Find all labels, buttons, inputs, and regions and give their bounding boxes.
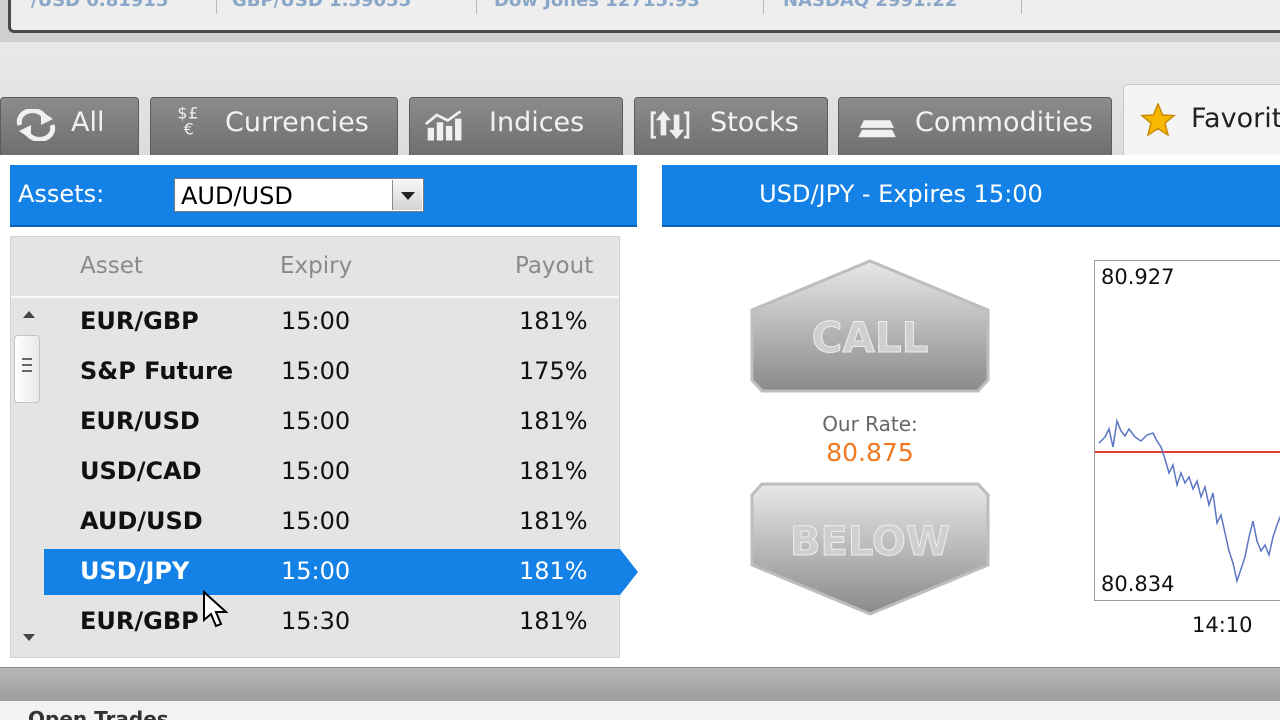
cell-asset: AUD/USD	[80, 507, 203, 535]
rate-value: 80.875	[826, 438, 914, 467]
cell-asset: USD/CAD	[80, 457, 202, 485]
currency-symbols-icon: $ £ €	[177, 104, 198, 136]
trade-header-bar: USD/JPY - Expires 15:00	[662, 165, 1280, 227]
chevron-down-icon[interactable]	[392, 180, 422, 210]
column-header-asset[interactable]: Asset	[80, 253, 143, 279]
tab-indices[interactable]: Indices	[409, 97, 623, 155]
cell-expiry: 15:00	[281, 407, 351, 435]
assets-dropdown[interactable]: AUD/USD	[174, 178, 424, 212]
assets-filter-bar: Assets: AUD/USD	[10, 165, 637, 227]
cell-expiry: 15:00	[281, 557, 351, 585]
ticker-divider	[216, 0, 217, 14]
ticker-divider	[1021, 0, 1022, 14]
call-button-label: CALL	[812, 313, 929, 362]
ticker-item: GBP/USD 1.59055	[232, 0, 412, 11]
assets-dropdown-value: AUD/USD	[181, 182, 293, 210]
chart-time-label: 14:10	[1192, 613, 1253, 637]
cell-expiry: 15:00	[281, 457, 351, 485]
gold-bars-icon	[858, 120, 896, 138]
tab-label: Commodities	[915, 107, 1093, 138]
table-row[interactable]: EUR/USD 15:00 181%	[44, 399, 620, 445]
ticker-divider	[763, 0, 764, 14]
header-divider	[11, 296, 619, 298]
rate-label: Our Rate:	[822, 412, 918, 436]
column-header-payout[interactable]: Payout	[515, 253, 593, 279]
price-chart: 80.927 80.834	[1094, 260, 1280, 601]
tab-label: All	[71, 107, 105, 138]
tab-all[interactable]: All	[0, 97, 139, 155]
cell-payout: 181%	[519, 557, 588, 585]
cell-payout: 175%	[519, 357, 588, 385]
tab-stocks[interactable]: Stocks	[634, 97, 828, 155]
table-row[interactable]: EUR/GBP 15:30 181%	[44, 599, 620, 645]
scroll-down-arrow-icon[interactable]	[23, 634, 35, 641]
column-header-expiry[interactable]: Expiry	[280, 253, 352, 279]
star-icon	[1140, 103, 1176, 137]
cell-expiry: 15:00	[281, 507, 351, 535]
put-button[interactable]: BELOW	[748, 481, 992, 617]
cell-payout: 181%	[519, 457, 588, 485]
assets-label: Assets:	[18, 180, 105, 208]
chart-max-label: 80.927	[1101, 265, 1175, 289]
table-row-selected[interactable]: USD/JPY 15:00 181%	[44, 549, 638, 595]
open-trades-heading: Open Trades	[28, 707, 169, 720]
cell-asset: S&P Future	[80, 357, 234, 385]
ticker-item: /USD 0.81915	[31, 0, 169, 11]
tab-favorites[interactable]: Favorit	[1123, 84, 1280, 156]
price-chart-plot	[1095, 418, 1280, 584]
cell-expiry: 15:30	[281, 607, 351, 635]
cell-asset: EUR/USD	[80, 407, 200, 435]
tab-label: Favorit	[1191, 103, 1280, 134]
call-button[interactable]: CALL	[748, 258, 992, 394]
cell-asset: USD/JPY	[80, 557, 190, 585]
cell-payout: 181%	[519, 407, 588, 435]
tab-label: Currencies	[225, 107, 369, 138]
cell-asset: EUR/GBP	[80, 607, 199, 635]
bottom-section	[0, 701, 1280, 720]
scroll-up-arrow-icon[interactable]	[23, 311, 35, 318]
tab-label: Indices	[489, 107, 585, 138]
tab-commodities[interactable]: Commodities	[838, 97, 1112, 155]
price-line	[1098, 418, 1280, 584]
cell-payout: 181%	[519, 307, 588, 335]
cell-payout: 181%	[519, 607, 588, 635]
cell-payout: 181%	[519, 507, 588, 535]
chart-min-label: 80.834	[1101, 572, 1175, 596]
indices-chart-icon	[424, 110, 462, 141]
table-row[interactable]: AUD/USD 15:00 181%	[44, 499, 620, 545]
ticker-bar: /USD 0.81915 GBP/USD 1.59055 Dow Jones 1…	[0, 0, 1280, 42]
bottom-toolbar	[0, 667, 1280, 702]
svg-text:€: €	[184, 119, 194, 136]
stocks-arrows-icon	[650, 110, 690, 140]
refresh-arrows-icon	[16, 109, 56, 141]
tab-label: Stocks	[710, 107, 799, 138]
ticker-item: NASDAQ 2991.22	[783, 0, 958, 11]
cell-asset: EUR/GBP	[80, 307, 199, 335]
cell-expiry: 15:00	[281, 357, 351, 385]
scrollbar[interactable]	[11, 297, 44, 657]
table-row[interactable]: EUR/GBP 15:00 181%	[44, 299, 620, 345]
put-button-label: BELOW	[790, 519, 950, 565]
scrollbar-thumb[interactable]	[14, 335, 40, 403]
trade-title: USD/JPY - Expires 15:00	[759, 180, 1043, 208]
ticker-divider	[476, 0, 477, 14]
cell-expiry: 15:00	[281, 307, 351, 335]
asset-table: Asset Expiry Payout EUR/GBP 15:00 181% S…	[10, 236, 638, 658]
ticker-strip: /USD 0.81915 GBP/USD 1.59055 Dow Jones 1…	[8, 0, 1280, 33]
table-row[interactable]: S&P Future 15:00 175%	[44, 349, 620, 395]
tab-currencies[interactable]: $ £ € Currencies	[150, 97, 398, 155]
ticker-item: Dow Jones 12715.93	[494, 0, 700, 11]
table-row[interactable]: USD/CAD 15:00 181%	[44, 449, 620, 495]
mouse-cursor-icon	[203, 590, 229, 628]
